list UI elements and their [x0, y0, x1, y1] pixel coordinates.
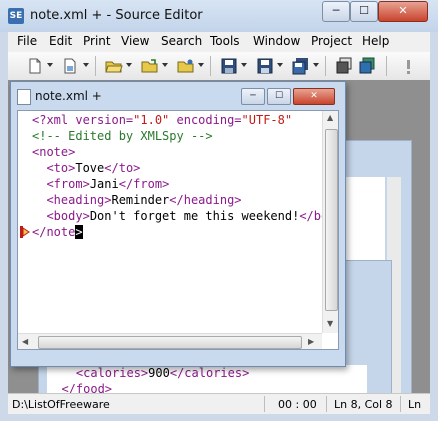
code-token: Tove	[75, 161, 105, 175]
menu-search[interactable]: Search	[161, 34, 202, 48]
code-token: Don't forget me this weekend!	[89, 209, 300, 223]
code-token: version=	[75, 113, 134, 127]
code-token: >	[75, 225, 83, 239]
code-token: encoding=	[169, 113, 242, 127]
window-title: note.xml + - Source Editor	[30, 8, 203, 23]
code-token: <note>	[32, 145, 76, 159]
code-line[interactable]: </note>	[32, 224, 322, 240]
code-token: </heading>	[169, 193, 242, 207]
bookmark-arrow-icon	[20, 226, 30, 238]
code-line[interactable]: <!-- Edited by XMLSpy -->	[32, 128, 322, 144]
code-line[interactable]: </food>	[47, 381, 367, 393]
open-folder-icon[interactable]	[141, 57, 159, 75]
code-line[interactable]: <calories>900</calories>	[47, 365, 367, 381]
code-line[interactable]: <note>	[32, 144, 322, 160]
doc-maximize-button[interactable]: ☐	[267, 88, 291, 105]
new-template-icon[interactable]	[61, 57, 79, 75]
open-icon[interactable]	[105, 57, 123, 75]
code-token: </to>	[104, 161, 141, 175]
close-button[interactable]: ✕	[378, 1, 428, 22]
code-token: <from>	[46, 177, 90, 191]
code-token: </from>	[118, 177, 170, 191]
title-bar: SE note.xml + - Source Editor ─ ☐ ✕	[0, 0, 438, 32]
scroll-right-icon[interactable]: ▶	[308, 337, 314, 346]
scroll-down-icon[interactable]: ▼	[327, 319, 333, 328]
doc-close-button[interactable]: ✕	[293, 88, 335, 105]
more-icon[interactable]	[400, 57, 418, 75]
code-text[interactable]: <?xml version="1.0" encoding="UTF-8" <!--…	[32, 112, 322, 240]
code-token: <!-- Edited by XMLSpy -->	[32, 129, 213, 143]
code-token: </calories>	[169, 366, 250, 380]
vertical-scroll-thumb[interactable]	[325, 129, 338, 311]
code-token: <body>	[46, 209, 90, 223]
code-line[interactable]: <to>Tove</to>	[32, 160, 322, 176]
maximize-button[interactable]: ☐	[350, 1, 378, 22]
menu-view[interactable]: View	[121, 34, 149, 48]
window-tile-icon[interactable]	[358, 57, 376, 75]
status-position: Ln 8, Col 8	[334, 398, 393, 411]
code-token: 900	[148, 366, 170, 380]
menu-project[interactable]: Project	[311, 34, 352, 48]
save-as-icon[interactable]	[256, 57, 274, 75]
code-token: Reminder	[111, 193, 170, 207]
menu-file[interactable]: File	[17, 34, 37, 48]
scroll-up-icon[interactable]: ▲	[327, 113, 333, 122]
open-project-icon[interactable]	[177, 57, 195, 75]
doc-minimize-button[interactable]: ─	[241, 88, 265, 105]
menu-help[interactable]: Help	[362, 34, 389, 48]
code-token: "UTF-8"	[241, 113, 293, 127]
scroll-left-icon[interactable]: ◀	[22, 337, 28, 346]
minimize-button[interactable]: ─	[322, 1, 350, 22]
code-token: Jani	[89, 177, 119, 191]
new-icon[interactable]	[26, 57, 44, 75]
document-icon	[17, 89, 31, 105]
code-line[interactable]: <?xml version="1.0" encoding="UTF-8"	[32, 112, 322, 128]
code-line[interactable]: <heading>Reminder</heading>	[32, 192, 322, 208]
status-time: 00 : 00	[278, 398, 317, 411]
horizontal-scrollbar[interactable]: ◀ ▶	[18, 333, 322, 349]
background-code-2: <calories>900</calories> </food>	[47, 365, 367, 393]
code-token: </food>	[61, 382, 113, 393]
vertical-scrollbar[interactable]: ▲ ▼	[322, 111, 338, 333]
status-extra: Ln	[408, 398, 422, 411]
document-title: note.xml +	[35, 89, 102, 103]
status-path: D:\ListOfFreeware	[12, 398, 110, 411]
save-icon[interactable]	[220, 57, 238, 75]
code-token: <to>	[46, 161, 76, 175]
menu-window[interactable]: Window	[253, 34, 300, 48]
document-window: note.xml + ─ ☐ ✕ <?xml version="1.0" enc…	[10, 81, 346, 367]
window-cascade-icon[interactable]	[335, 57, 353, 75]
code-token: </note	[32, 225, 76, 239]
code-line[interactable]: <from>Jani</from>	[32, 176, 322, 192]
menu-print[interactable]: Print	[83, 34, 111, 48]
source-editor-app: SE note.xml + - Source Editor ─ ☐ ✕ File…	[0, 0, 438, 421]
code-token: <calories>	[75, 366, 149, 380]
menu-bar: File Edit Print View Search Tools Window…	[8, 32, 430, 52]
code-line[interactable]: <body>Don't forget me this weekend!</bod…	[32, 208, 322, 224]
menu-edit[interactable]: Edit	[49, 34, 72, 48]
toolbar	[8, 52, 430, 81]
workspace: SO88-8'. ->ous itysunfflewaffsecr c <cal…	[8, 80, 430, 393]
code-token: "1.0"	[133, 113, 170, 127]
status-bar: D:\ListOfFreeware 00 : 00 Ln 8, Col 8 Ln	[8, 393, 430, 414]
menu-tools[interactable]: Tools	[210, 34, 240, 48]
app-icon: SE	[8, 8, 24, 24]
horizontal-scroll-thumb[interactable]	[38, 336, 302, 349]
save-all-icon[interactable]	[292, 57, 310, 75]
code-token: <?xml	[32, 113, 76, 127]
code-token: </body>	[299, 209, 322, 223]
code-token: <heading>	[46, 193, 112, 207]
code-editor[interactable]: <?xml version="1.0" encoding="UTF-8" <!--…	[17, 110, 339, 350]
